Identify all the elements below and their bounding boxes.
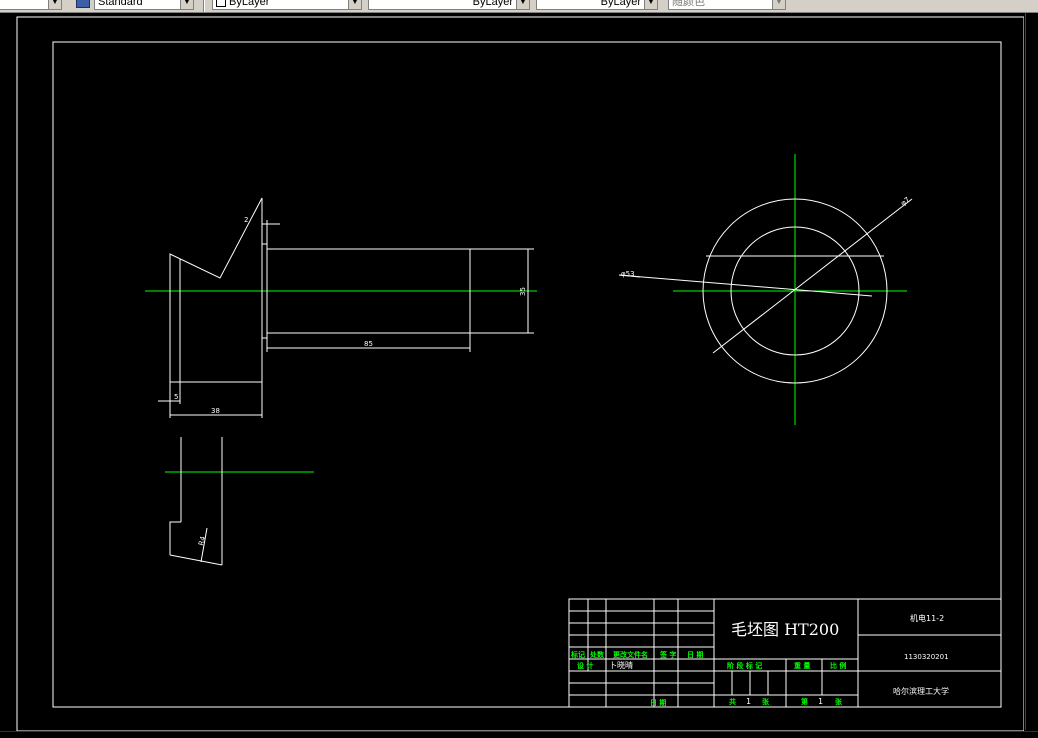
header-file: 更改文件名 — [613, 650, 648, 659]
school-name: 哈尔滨理工大学 — [893, 686, 949, 696]
detail-section: R4 — [165, 437, 314, 566]
total-unit: 张 — [762, 697, 770, 706]
header-count: 处数 — [589, 650, 605, 659]
designer-name: 卜晓晴 — [609, 660, 633, 670]
dim-leader-phi7x — [712, 198, 913, 354]
header-date: 日 期 — [687, 650, 703, 659]
approve-date-label: 日 期 — [650, 698, 666, 707]
outer-border — [16, 16, 1024, 731]
vertical-scrollbar[interactable] — [1025, 13, 1038, 730]
total-value: 1 — [746, 697, 751, 706]
inner-border — [52, 41, 1002, 708]
detail-step — [169, 521, 181, 555]
header-mark: 标记 — [570, 650, 585, 659]
dim-text-35: 35 — [519, 287, 527, 296]
front-view: 2 85 35 5 38 — [145, 197, 537, 418]
class-name: 机电11-2 — [910, 613, 944, 623]
dim-text-2: 2 — [244, 216, 248, 224]
dim-text-phi53: φ53 — [621, 270, 635, 278]
stage-label: 阶 段 标 记 — [727, 661, 762, 670]
title-block: 毛坯图 HT200 机电11-2 1130320201 哈尔滨理工大学 标记 处… — [568, 598, 1002, 708]
scale-label: 比 例 — [830, 661, 846, 670]
detail-bottom-arc — [169, 554, 223, 566]
student-id: 1130320201 — [904, 653, 949, 661]
drawing-title: 毛坯图 HT200 — [731, 620, 839, 639]
dim-text-85: 85 — [364, 340, 373, 348]
weight-label: 重 量 — [794, 661, 810, 670]
dim-leader-phi53 — [618, 274, 873, 297]
total-label: 共 — [729, 697, 736, 706]
design-label: 设 计 — [577, 661, 593, 670]
sheet-value: 1 — [818, 697, 823, 706]
sheet-unit: 张 — [835, 697, 843, 706]
dim-text-phi7x: φ7 — [899, 196, 911, 208]
header-signature: 签 字 — [659, 650, 676, 659]
dim-text-5: 5 — [174, 393, 178, 401]
cad-drawing-canvas[interactable]: 2 85 35 5 38 R4 φ7 φ53 毛坯图 HT200 机电11-2 … — [0, 0, 1024, 731]
side-view: φ7 φ53 — [618, 154, 913, 425]
sheet-label: 第 — [801, 697, 808, 706]
flange-outline — [169, 197, 263, 383]
dim-text-38: 38 — [211, 407, 220, 415]
